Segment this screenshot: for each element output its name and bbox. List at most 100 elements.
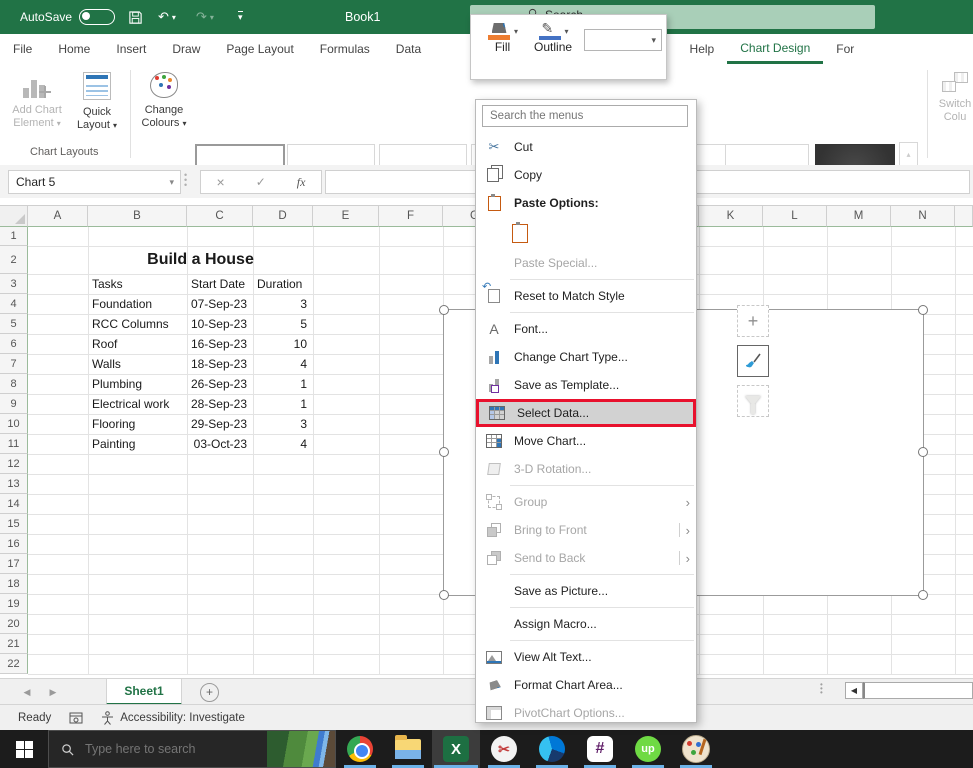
cell-task[interactable]: Flooring — [92, 414, 186, 434]
tab-page-layout[interactable]: Page Layout — [213, 34, 306, 64]
taskbar-app-excel[interactable]: X — [432, 730, 480, 768]
cell-duration[interactable]: 5 — [253, 314, 307, 334]
insert-function-button[interactable]: fx — [297, 175, 306, 190]
fill-button[interactable]: ▾ Fill — [487, 23, 518, 54]
row-header[interactable]: 1 — [0, 227, 28, 246]
taskbar-app-explorer[interactable] — [384, 730, 432, 768]
cell-header-start-date[interactable]: Start Date — [191, 274, 251, 294]
row-header[interactable]: 17 — [0, 554, 28, 574]
row-header[interactable]: 6 — [0, 334, 28, 354]
save-button[interactable] — [128, 0, 143, 34]
chart-handle[interactable] — [918, 590, 928, 600]
chart-elements-button[interactable]: + — [737, 305, 769, 337]
tab-chart-design[interactable]: Chart Design — [727, 34, 823, 64]
tab-insert[interactable]: Insert — [103, 34, 159, 64]
cell-duration[interactable]: 3 — [253, 414, 307, 434]
menu-item-cut[interactable]: ✂ Cut — [476, 133, 696, 161]
cell-duration[interactable]: 10 — [253, 334, 307, 354]
gallery-scroll-up-button[interactable]: ▴ — [899, 142, 918, 166]
undo-button[interactable]: ↶▾ — [158, 0, 176, 34]
outline-button[interactable]: ▾ Outline — [534, 23, 572, 54]
taskbar-app-paint[interactable] — [672, 730, 720, 768]
column-header[interactable]: N — [891, 205, 955, 227]
sheet-nav-left-icon[interactable]: ◀ — [14, 679, 40, 705]
tab-formulas[interactable]: Formulas — [307, 34, 383, 64]
cell-start-date[interactable]: 18-Sep-23 — [187, 354, 247, 374]
column-header[interactable]: B — [88, 205, 187, 227]
menu-item-change-chart-type[interactable]: Change Chart Type... — [476, 343, 696, 371]
row-header[interactable]: 9 — [0, 394, 28, 414]
cell-task[interactable]: Painting — [92, 434, 186, 454]
new-sheet-button[interactable]: + — [200, 683, 219, 702]
row-header[interactable]: 10 — [0, 414, 28, 434]
switch-row-column-button[interactable]: SwitchColu — [932, 72, 973, 158]
cell-title[interactable]: Build a House — [88, 246, 313, 274]
mini-toolbar-combobox[interactable]: ▾ — [584, 29, 662, 51]
row-header[interactable]: 14 — [0, 494, 28, 514]
chart-handle[interactable] — [439, 590, 449, 600]
menu-item-move-chart[interactable]: Move Chart... — [476, 427, 696, 455]
taskbar-search-input[interactable] — [83, 741, 247, 757]
column-header[interactable]: C — [187, 205, 253, 227]
cancel-button[interactable]: × — [217, 174, 225, 190]
row-header[interactable]: 16 — [0, 534, 28, 554]
taskbar-app-snipping-tool[interactable]: ✂ — [480, 730, 528, 768]
column-header[interactable]: K — [699, 205, 763, 227]
tab-draw[interactable]: Draw — [159, 34, 213, 64]
accessibility-status[interactable]: Accessibility: Investigate — [101, 711, 245, 725]
menu-item-reset-to-match-style[interactable]: Reset to Match Style — [476, 282, 696, 310]
formula-bar-grip[interactable]: ••• — [184, 173, 187, 189]
cell-duration[interactable]: 1 — [253, 374, 307, 394]
fill-dropdown-icon[interactable]: ▾ — [514, 27, 518, 36]
select-all-corner[interactable] — [0, 205, 28, 227]
cell-start-date[interactable]: 26-Sep-23 — [187, 374, 247, 394]
menu-item-assign-macro[interactable]: Assign Macro... — [476, 610, 696, 638]
row-header[interactable]: 13 — [0, 474, 28, 494]
taskbar-app-chrome[interactable] — [336, 730, 384, 768]
scroll-left-icon[interactable]: ◀ — [845, 682, 863, 699]
column-header[interactable]: D — [253, 205, 313, 227]
chart-handle[interactable] — [439, 305, 449, 315]
start-button[interactable] — [0, 730, 48, 768]
outline-dropdown-icon[interactable]: ▾ — [565, 27, 569, 36]
taskbar-app-slack[interactable] — [576, 730, 624, 768]
tab-file[interactable]: File — [0, 34, 45, 64]
chart-filters-button[interactable] — [737, 385, 769, 417]
column-header[interactable]: A — [28, 205, 88, 227]
row-header[interactable]: 19 — [0, 594, 28, 614]
cell-task[interactable]: Electrical work — [92, 394, 186, 414]
menu-search-input[interactable] — [482, 105, 688, 127]
change-colours-button[interactable]: Change Colours ▾ — [133, 72, 195, 158]
row-header[interactable]: 5 — [0, 314, 28, 334]
menu-item-format-chart-area[interactable]: Format Chart Area... — [476, 671, 696, 699]
row-header[interactable]: 18 — [0, 574, 28, 594]
cell-start-date[interactable]: 10-Sep-23 — [187, 314, 247, 334]
autosave-toggle[interactable]: AutoSave — [20, 0, 115, 34]
menu-item-select-data[interactable]: Select Data... — [476, 399, 696, 427]
cell-task[interactable]: RCC Columns — [92, 314, 186, 334]
row-header[interactable]: 2 — [0, 246, 28, 274]
chart-handle[interactable] — [439, 447, 449, 457]
tab-data[interactable]: Data — [383, 34, 434, 64]
quick-access-customize-button[interactable]: ▾ — [238, 0, 243, 34]
row-header[interactable]: 15 — [0, 514, 28, 534]
chart-handle[interactable] — [918, 447, 928, 457]
row-header[interactable]: 21 — [0, 634, 28, 654]
enter-button[interactable]: ✓ — [256, 175, 266, 189]
chart-handle[interactable] — [918, 305, 928, 315]
cell-task[interactable]: Plumbing — [92, 374, 186, 394]
column-header[interactable]: L — [763, 205, 827, 227]
cell-duration[interactable]: 1 — [253, 394, 307, 414]
taskbar-search[interactable] — [48, 730, 336, 768]
chart-styles-button[interactable] — [737, 345, 769, 377]
sheet-tab-sheet1[interactable]: Sheet1 — [106, 679, 182, 705]
row-header[interactable]: 7 — [0, 354, 28, 374]
cell-start-date[interactable]: 03-Oct-23 — [187, 434, 247, 454]
menu-item-save-as-template[interactable]: Save as Template... — [476, 371, 696, 399]
row-header[interactable]: 12 — [0, 454, 28, 474]
row-header[interactable]: 4 — [0, 294, 28, 314]
tab-help[interactable]: Help — [677, 34, 728, 64]
taskbar-app-upwork[interactable]: up — [624, 730, 672, 768]
cell-start-date[interactable]: 28-Sep-23 — [187, 394, 247, 414]
sheet-nav-right-icon[interactable]: ▶ — [40, 679, 66, 705]
